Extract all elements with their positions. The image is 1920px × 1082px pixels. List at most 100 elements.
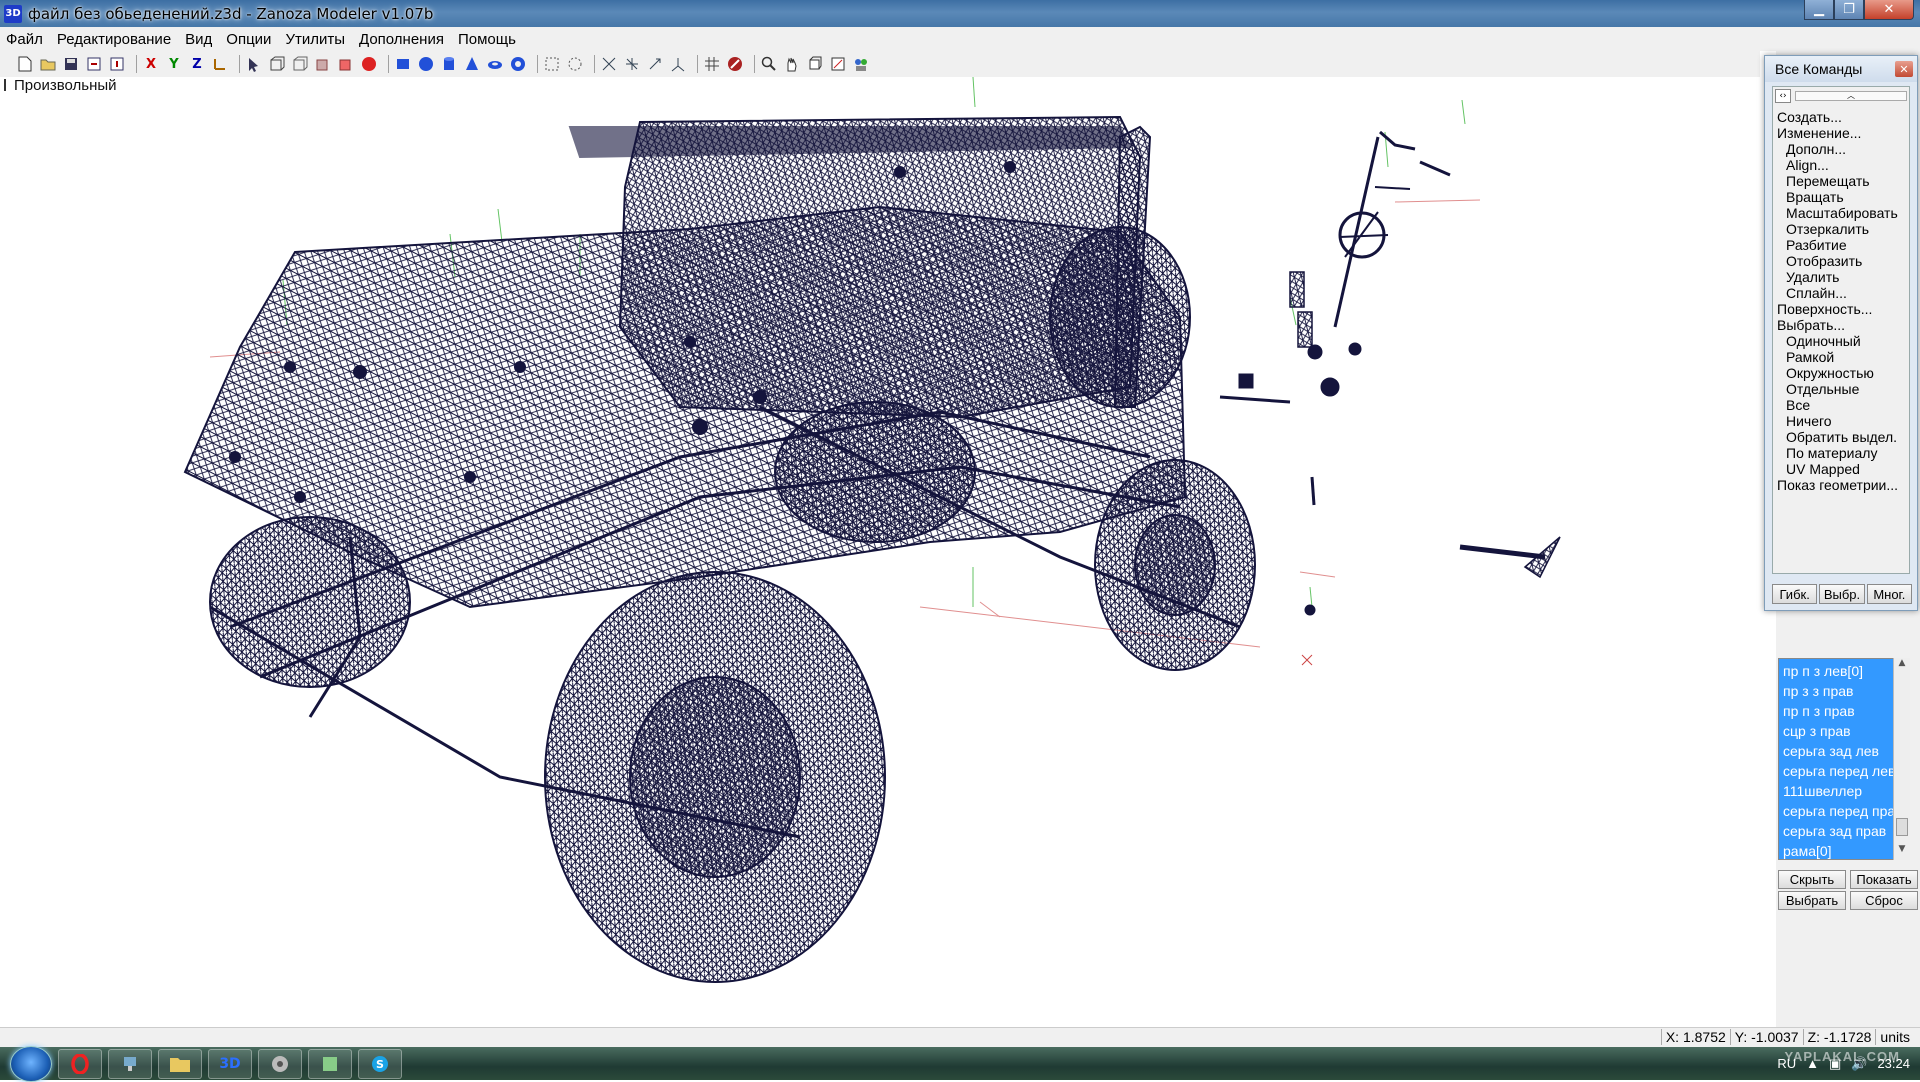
command-item[interactable]: Масштабировать — [1777, 205, 1909, 221]
create-box-icon[interactable] — [394, 55, 412, 73]
cube-solid-icon[interactable] — [314, 55, 332, 73]
command-item[interactable]: Рамкой — [1777, 349, 1909, 365]
create-cylinder-icon[interactable] — [440, 55, 458, 73]
command-item[interactable]: Удалить — [1777, 269, 1909, 285]
command-item[interactable]: UV Mapped — [1777, 461, 1909, 477]
command-item[interactable]: Сплайн... — [1777, 285, 1909, 301]
open-file-icon[interactable] — [39, 55, 57, 73]
axis-gizmo-icon[interactable] — [669, 55, 687, 73]
object-list-item[interactable]: пр з з прав — [1783, 681, 1907, 701]
command-item[interactable]: Дополн... — [1777, 141, 1909, 157]
select-button[interactable]: Выбрать — [1778, 891, 1846, 910]
show-button[interactable]: Показать — [1850, 870, 1918, 889]
axis-y-button[interactable]: Y — [165, 55, 183, 73]
cube-wire-icon[interactable] — [291, 55, 309, 73]
select-mode-button[interactable]: Выбр. — [1819, 584, 1865, 604]
command-item[interactable]: Отдельные — [1777, 381, 1909, 397]
explorer-icon[interactable] — [158, 1048, 202, 1079]
create-torus-icon[interactable] — [486, 55, 504, 73]
no-entry-icon[interactable] — [726, 55, 744, 73]
start-button[interactable] — [10, 1045, 52, 1082]
grid-icon[interactable] — [703, 55, 721, 73]
import-icon[interactable] — [85, 55, 103, 73]
command-item[interactable]: Перемещать — [1777, 173, 1909, 189]
cube-red-icon[interactable] — [337, 55, 355, 73]
close-button[interactable]: ✕ — [1864, 0, 1914, 20]
object-list-item[interactable]: серьга зад прав — [1783, 821, 1907, 841]
zoom-extents-icon[interactable] — [829, 55, 847, 73]
axis-z-button[interactable]: Z — [188, 55, 206, 73]
export-icon[interactable] — [108, 55, 126, 73]
save-icon[interactable] — [62, 55, 80, 73]
object-list-scrollbar[interactable]: ▲ ▼ — [1893, 658, 1910, 860]
object-list[interactable]: пр п з лев[0] пр з з прав пр п з прав сцр з… — [1778, 658, 1908, 860]
command-item[interactable]: Разбитие — [1777, 237, 1909, 253]
network-app-icon[interactable] — [108, 1048, 152, 1079]
object-list-item[interactable]: пр п з прав — [1783, 701, 1907, 721]
move-gizmo-icon[interactable] — [600, 55, 618, 73]
close-commands-button[interactable]: ✕ — [1895, 61, 1913, 77]
opera-icon[interactable] — [58, 1048, 102, 1079]
command-item[interactable]: По материалу — [1777, 445, 1909, 461]
command-item[interactable]: Окружностью — [1777, 365, 1909, 381]
rect-select-icon[interactable] — [543, 55, 561, 73]
command-item[interactable]: Align... — [1777, 157, 1909, 173]
command-item[interactable]: Показ геометрии... — [1777, 477, 1909, 493]
scale-gizmo-icon[interactable] — [646, 55, 664, 73]
command-item[interactable]: Изменение... — [1777, 125, 1909, 141]
circle-select-icon[interactable] — [566, 55, 584, 73]
object-list-item[interactable]: сцр з прав — [1783, 721, 1907, 741]
reset-button[interactable]: Сброс — [1850, 891, 1918, 910]
menu-addons[interactable]: Дополнения — [359, 31, 444, 48]
view-layout-icon[interactable] — [852, 55, 870, 73]
object-list-item[interactable]: 111швеллер — [1783, 781, 1907, 801]
sphere-render-icon[interactable] — [360, 55, 378, 73]
create-sphere-icon[interactable] — [417, 55, 435, 73]
axis-lock-icon[interactable] — [211, 55, 229, 73]
command-item[interactable]: Создать... — [1777, 109, 1909, 125]
scroll-up-icon[interactable]: ▲ — [1894, 658, 1910, 674]
minimize-button[interactable]: ▁ — [1804, 0, 1834, 20]
command-item[interactable]: Поверхность... — [1777, 301, 1909, 317]
multi-mode-button[interactable]: Мног. — [1866, 584, 1912, 604]
flex-mode-button[interactable]: Гибк. — [1772, 584, 1818, 604]
command-item[interactable]: Выбрать... — [1777, 317, 1909, 333]
3d-viewport[interactable]: Произвольный — [0, 77, 1776, 1027]
command-item[interactable]: Все — [1777, 397, 1909, 413]
rotate-gizmo-icon[interactable] — [623, 55, 641, 73]
select-tool-icon[interactable] — [245, 55, 263, 73]
pan-hand-icon[interactable] — [783, 55, 801, 73]
scroll-thumb[interactable] — [1896, 818, 1908, 836]
object-list-item[interactable]: пр п з лев[0] — [1783, 661, 1907, 681]
create-tube-icon[interactable] — [509, 55, 527, 73]
object-list-item[interactable]: серьга перед лев — [1783, 761, 1907, 781]
new-file-icon[interactable] — [16, 55, 34, 73]
scroll-down-icon[interactable]: ▼ — [1894, 844, 1910, 860]
object-list-item[interactable]: серьга перед прав — [1783, 801, 1907, 821]
menu-utilities[interactable]: Утилиты — [285, 31, 345, 48]
command-item[interactable]: Ничего — [1777, 413, 1909, 429]
menu-options[interactable]: Опции — [226, 31, 271, 48]
object-list-item[interactable]: серьга зад лев — [1783, 741, 1907, 761]
zanoza-taskbar-icon[interactable]: 3D — [208, 1048, 252, 1079]
command-item[interactable]: Вращать — [1777, 189, 1909, 205]
hide-button[interactable]: Скрыть — [1778, 870, 1846, 889]
menu-help[interactable]: Помощь — [458, 31, 516, 48]
command-item[interactable]: Отобразить — [1777, 253, 1909, 269]
skype-icon[interactable]: S — [358, 1048, 402, 1079]
create-cone-icon[interactable] — [463, 55, 481, 73]
command-item[interactable]: Обратить выдел. — [1777, 429, 1909, 445]
media-app-icon[interactable] — [258, 1048, 302, 1079]
menu-edit[interactable]: Редактирование — [57, 31, 171, 48]
menu-view[interactable]: Вид — [185, 31, 212, 48]
cube-view-icon[interactable] — [268, 55, 286, 73]
back-arrows-icon[interactable]: ‹› — [1775, 89, 1791, 103]
command-item[interactable]: Одиночный — [1777, 333, 1909, 349]
utility-app-icon[interactable] — [308, 1048, 352, 1079]
command-item[interactable]: Отзеркалить — [1777, 221, 1909, 237]
collapse-up-icon[interactable]: ︿ — [1795, 91, 1907, 101]
object-list-item[interactable]: рама[0] — [1783, 841, 1907, 859]
orbit-view-icon[interactable] — [806, 55, 824, 73]
zoom-icon[interactable] — [760, 55, 778, 73]
menu-file[interactable]: Файл — [6, 31, 43, 48]
